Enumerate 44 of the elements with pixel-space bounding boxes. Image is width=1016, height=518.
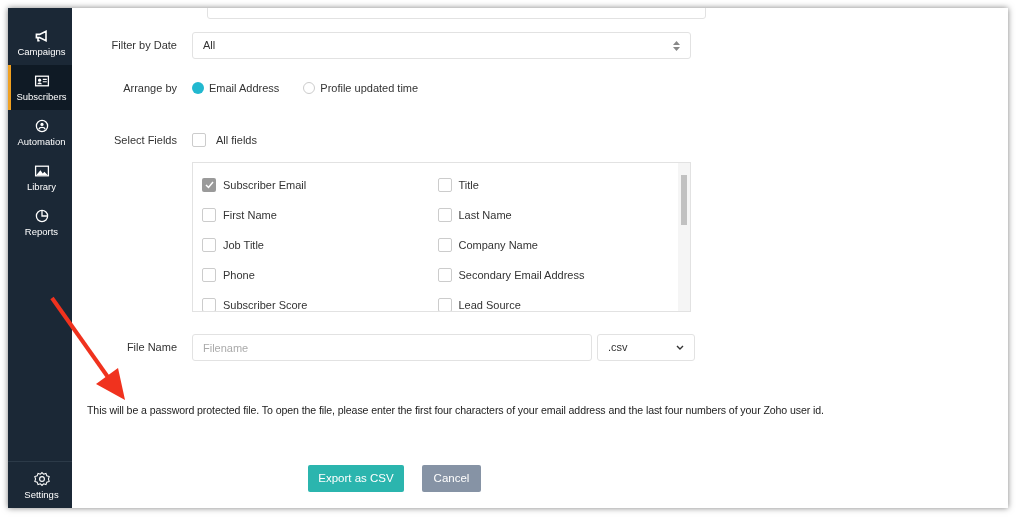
checkbox[interactable] (437, 268, 452, 282)
sidebar-item[interactable]: Campaigns (8, 20, 72, 65)
field-label: Select Fields (113, 132, 178, 148)
sidebar-item[interactable]: Settings (8, 462, 72, 508)
checkbox[interactable] (202, 268, 216, 282)
scrollbar[interactable] (678, 163, 690, 311)
field-label: Arrange by (122, 80, 178, 96)
field-label: Filter by Date (110, 38, 178, 54)
extension-select[interactable]: .csv (597, 334, 695, 361)
checkbox-label: Title (458, 177, 479, 193)
checkbox-label: All fields (216, 132, 257, 148)
checkbox[interactable] (437, 238, 452, 252)
chevron-down-icon (676, 345, 684, 350)
megaphone-icon (33, 28, 50, 45)
checkbox-label: Lead Source (458, 297, 521, 311)
date-filter-select[interactable]: All (192, 32, 691, 59)
sidebar-item[interactable]: Automation (8, 110, 72, 155)
checkbox-label: Last Name (458, 207, 512, 223)
checkbox[interactable] (202, 208, 216, 222)
checkbox[interactable] (437, 298, 452, 311)
radio-label: Profile updated time (320, 80, 419, 96)
checkbox[interactable] (202, 238, 216, 252)
sidebar-item[interactable]: Library (8, 155, 72, 200)
checkbox-label: Secondary Email Address (458, 267, 585, 283)
sidebar-item[interactable]: Subscribers (8, 65, 72, 110)
checkbox-label: Phone (223, 267, 255, 283)
field-label: File Name (125, 340, 178, 356)
radio-label: Email Address (209, 80, 280, 96)
checkbox-label: First Name (223, 207, 277, 223)
settings-icon (33, 470, 50, 487)
checkbox-label: Subscriber Score (223, 297, 308, 311)
checkbox-label: Job Title (223, 237, 264, 253)
password-note: This will be a password protected file. To open the file, please enter the first four characters of your email address and the last four numbers of your Zoho user id. (87, 404, 824, 416)
filename-field[interactable]: Filename (192, 334, 592, 361)
radio-button[interactable] (192, 82, 204, 94)
checkbox[interactable] (202, 298, 216, 311)
checkbox[interactable] (437, 208, 452, 222)
sort-arrows-icon (673, 40, 680, 51)
checkbox[interactable] (437, 178, 452, 192)
checkbox[interactable] (192, 133, 206, 147)
checkbox-label: Subscriber Email (223, 177, 307, 193)
pie-chart-icon (33, 208, 50, 225)
sidebar-item[interactable]: Reports (8, 200, 72, 245)
checkbox-label: Company Name (458, 237, 538, 253)
